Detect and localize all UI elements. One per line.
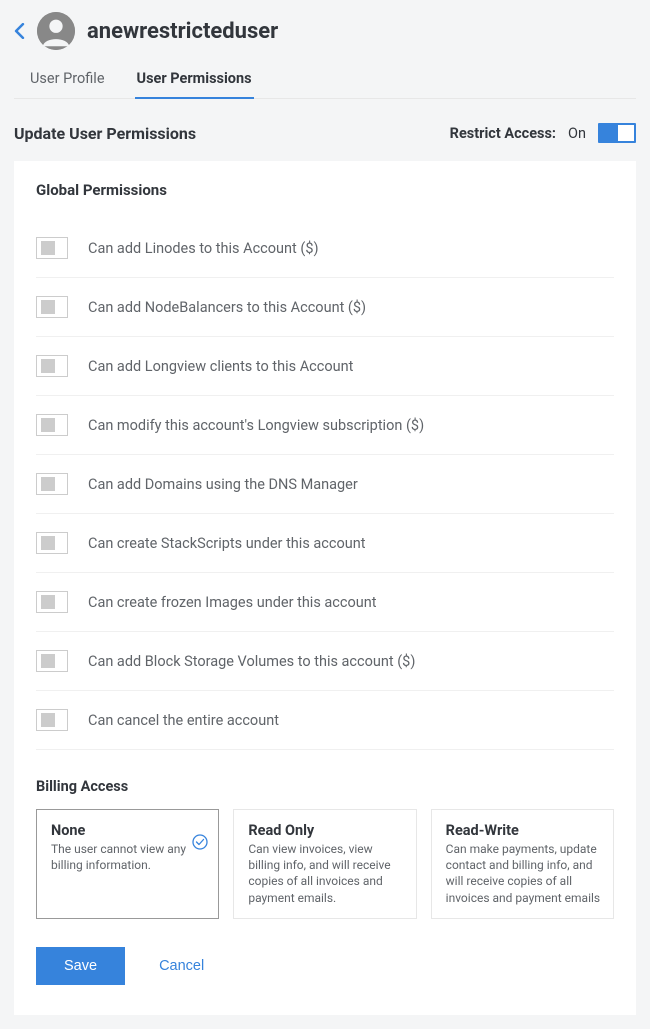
restrict-access-label: Restrict Access:: [450, 125, 556, 142]
perm-label: Can add Domains using the DNS Manager: [88, 476, 358, 493]
perm-label: Can add Linodes to this Account ($): [88, 240, 319, 257]
perm-label: Can add Longview clients to this Account: [88, 358, 353, 375]
tab-user-permissions[interactable]: User Permissions: [135, 60, 254, 99]
back-chevron-icon[interactable]: [14, 23, 25, 39]
perm-row: Can add Domains using the DNS Manager: [36, 455, 614, 514]
tab-user-profile[interactable]: User Profile: [28, 60, 107, 99]
perm-checkbox-create-stackscripts[interactable]: [36, 532, 68, 554]
perm-label: Can add Block Storage Volumes to this ac…: [88, 653, 415, 670]
billing-option-none[interactable]: None The user cannot view any billing in…: [36, 809, 219, 919]
billing-option-desc: The user cannot view any billing informa…: [51, 841, 206, 873]
perm-checkbox-add-longview[interactable]: [36, 355, 68, 377]
billing-option-read-write[interactable]: Read-Write Can make payments, update con…: [431, 809, 614, 919]
restrict-access-state: On: [568, 125, 586, 142]
perm-checkbox-cancel-account[interactable]: [36, 709, 68, 731]
page-title: anewrestricteduser: [87, 19, 278, 44]
billing-option-desc: Can make payments, update contact and bi…: [446, 841, 601, 906]
global-permissions-title: Global Permissions: [36, 181, 614, 199]
billing-option-read-only[interactable]: Read Only Can view invoices, view billin…: [233, 809, 416, 919]
perm-label: Can add NodeBalancers to this Account ($…: [88, 299, 366, 316]
perm-checkbox-add-domains[interactable]: [36, 473, 68, 495]
billing-options: None The user cannot view any billing in…: [36, 809, 614, 919]
cancel-button[interactable]: Cancel: [159, 958, 204, 974]
billing-option-desc: Can view invoices, view billing info, an…: [248, 841, 403, 906]
tabs: User Profile User Permissions: [14, 60, 636, 99]
perm-row: Can modify this account's Longview subsc…: [36, 396, 614, 455]
perm-row: Can cancel the entire account: [36, 691, 614, 750]
billing-option-title: None: [51, 822, 206, 839]
billing-access-title: Billing Access: [36, 778, 614, 795]
perm-checkbox-modify-longview[interactable]: [36, 414, 68, 436]
perm-label: Can create StackScripts under this accou…: [88, 535, 365, 552]
perm-row: Can add Block Storage Volumes to this ac…: [36, 632, 614, 691]
perm-checkbox-add-linodes[interactable]: [36, 237, 68, 259]
billing-option-title: Read-Write: [446, 822, 601, 839]
perm-label: Can create frozen Images under this acco…: [88, 594, 377, 611]
perm-label: Can modify this account's Longview subsc…: [88, 417, 424, 434]
update-permissions-title: Update User Permissions: [14, 124, 196, 143]
perm-row: Can create StackScripts under this accou…: [36, 514, 614, 573]
perm-row: Can create frozen Images under this acco…: [36, 573, 614, 632]
perm-label: Can cancel the entire account: [88, 712, 279, 729]
save-button[interactable]: Save: [36, 947, 125, 985]
perm-checkbox-add-nodebalancers[interactable]: [36, 296, 68, 318]
perm-checkbox-add-volumes[interactable]: [36, 650, 68, 672]
perm-row: Can add Linodes to this Account ($): [36, 219, 614, 278]
perm-row: Can add Longview clients to this Account: [36, 337, 614, 396]
perm-row: Can add NodeBalancers to this Account ($…: [36, 278, 614, 337]
permissions-card: Global Permissions Can add Linodes to th…: [14, 161, 636, 1015]
perm-checkbox-create-images[interactable]: [36, 591, 68, 613]
restrict-access-toggle[interactable]: [598, 123, 636, 143]
check-circle-icon: [192, 834, 208, 854]
billing-option-title: Read Only: [248, 822, 403, 839]
user-avatar-icon: [37, 12, 75, 50]
